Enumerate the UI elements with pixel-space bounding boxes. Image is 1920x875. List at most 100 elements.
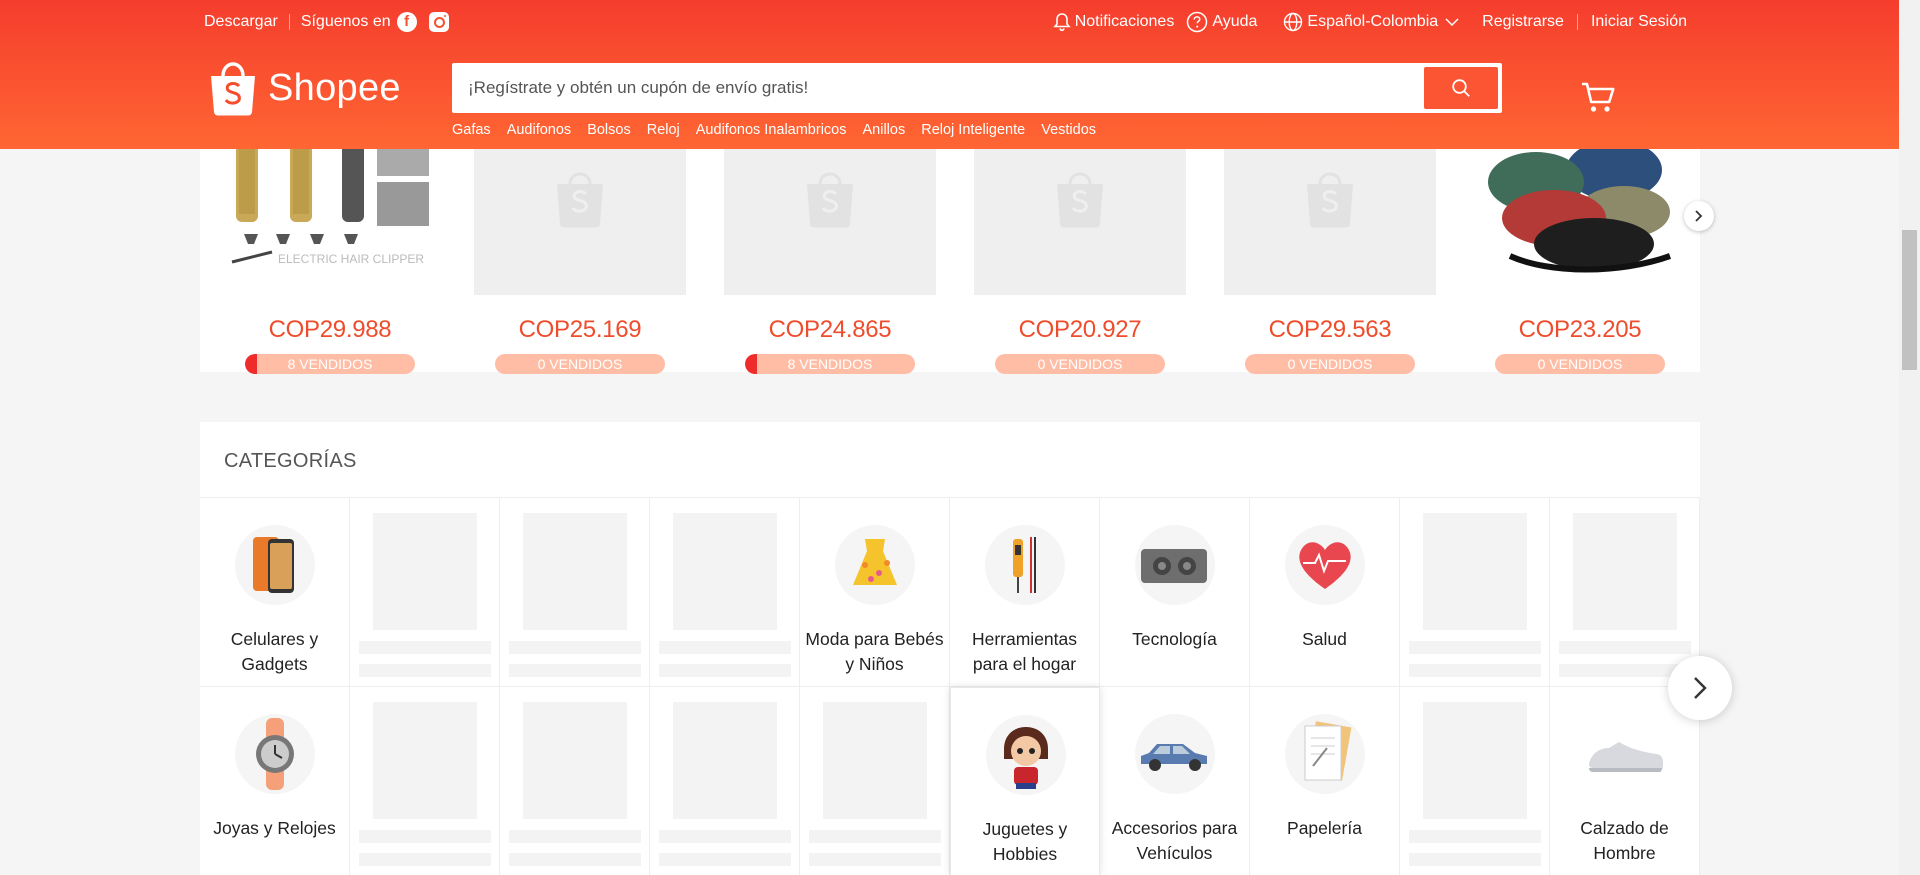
sold-label: 0 VENDIDOS bbox=[1287, 356, 1373, 372]
sold-progress-fill bbox=[245, 354, 257, 374]
help-link[interactable]: Ayuda bbox=[1186, 11, 1257, 33]
product-card[interactable]: COP29.563 0 VENDIDOS bbox=[1224, 140, 1436, 374]
category-name: Calzado de Hombre bbox=[1580, 818, 1669, 863]
login-link[interactable]: Iniciar Sesión bbox=[1591, 13, 1687, 31]
suggestion-link[interactable]: Gafas bbox=[452, 122, 491, 138]
product-image-placeholder bbox=[724, 140, 936, 295]
sold-progress-bar: 0 VENDIDOS bbox=[1245, 354, 1415, 374]
category-item[interactable]: Moda para Bebés y Niños bbox=[800, 498, 950, 687]
product-image-placeholder bbox=[974, 140, 1186, 295]
product-price: COP23.205 bbox=[1518, 316, 1642, 343]
hair-clipper-image: ELECTRIC HAIR CLIPPER bbox=[231, 140, 429, 266]
category-skeleton bbox=[1400, 498, 1550, 687]
skeleton-block bbox=[359, 853, 491, 866]
category-item[interactable]: Celulares y Gadgets bbox=[200, 498, 350, 687]
shopee-placeholder-icon bbox=[1307, 172, 1353, 228]
language-selector[interactable]: Español-Colombia bbox=[1283, 12, 1460, 32]
phone-icon bbox=[235, 525, 315, 605]
facebook-icon[interactable]: f bbox=[396, 12, 417, 32]
category-item[interactable]: Tecnología bbox=[1100, 498, 1250, 687]
category-name: Herramientas para el hogar bbox=[971, 629, 1078, 674]
skeleton-block bbox=[1409, 853, 1541, 866]
caps-image bbox=[1488, 140, 1672, 273]
speaker-icon bbox=[1135, 525, 1215, 605]
svg-text:ELECTRIC HAIR CLIPPER: ELECTRIC HAIR CLIPPER bbox=[278, 252, 424, 266]
skeleton-block bbox=[659, 664, 791, 677]
category-item[interactable]: Salud bbox=[1250, 498, 1400, 687]
category-name: Salud bbox=[1302, 629, 1347, 649]
suggestion-link[interactable]: Anillos bbox=[863, 122, 906, 138]
suggestion-link[interactable]: Reloj bbox=[647, 122, 680, 138]
chevron-right-icon bbox=[1695, 210, 1703, 222]
sold-progress-bar: 8 VENDIDOS bbox=[245, 354, 415, 374]
product-price: COP29.563 bbox=[1268, 316, 1392, 343]
language-label: Español-Colombia bbox=[1307, 13, 1439, 30]
suggestion-link[interactable]: Vestidos bbox=[1041, 122, 1096, 138]
skeleton-block bbox=[659, 830, 791, 843]
section-title: CATEGORÍAS bbox=[224, 450, 357, 472]
shopping-bag-icon bbox=[211, 62, 255, 116]
suggestion-link[interactable]: Reloj Inteligente bbox=[921, 122, 1025, 138]
skeleton-block bbox=[509, 853, 641, 866]
next-products-button[interactable] bbox=[1684, 201, 1714, 231]
product-card[interactable]: COP23.205 0 VENDIDOS bbox=[1474, 140, 1686, 374]
search-suggestions: Gafas Audifonos Bolsos Reloj Audifonos I… bbox=[452, 122, 1112, 138]
suggestion-link[interactable]: Audifonos bbox=[507, 122, 572, 138]
product-card[interactable]: ELECTRIC HAIR CLIPPER COP29.988 8 VENDID… bbox=[224, 140, 436, 374]
search-input[interactable] bbox=[452, 63, 1422, 113]
instagram-icon[interactable] bbox=[428, 12, 449, 32]
shoe-icon bbox=[1585, 714, 1665, 794]
category-name: Celulares y Gadgets bbox=[230, 629, 319, 674]
page-scrollbar[interactable] bbox=[1899, 0, 1920, 875]
sold-progress-bar: 0 VENDIDOS bbox=[495, 354, 665, 374]
shopee-placeholder-icon bbox=[1057, 172, 1103, 228]
sold-label: 8 VENDIDOS bbox=[787, 356, 873, 372]
product-image-placeholder bbox=[1224, 140, 1436, 295]
category-item[interactable]: Herramientas para el hogar bbox=[950, 498, 1100, 687]
skeleton-block bbox=[1409, 664, 1541, 677]
category-item[interactable]: Calzado de Hombre bbox=[1550, 687, 1700, 875]
download-link[interactable]: Descargar bbox=[204, 13, 278, 31]
skeleton-block bbox=[373, 513, 477, 630]
brand-name: Shopee bbox=[268, 66, 401, 109]
skeleton-block bbox=[509, 641, 641, 654]
category-item[interactable]: Accesorios para Vehículos bbox=[1100, 687, 1250, 875]
product-card[interactable]: COP25.169 0 VENDIDOS bbox=[474, 140, 686, 374]
sold-label: 0 VENDIDOS bbox=[1037, 356, 1123, 372]
product-image-caps bbox=[1474, 140, 1686, 295]
category-item[interactable]: Papelería bbox=[1250, 687, 1400, 875]
shopee-placeholder-icon bbox=[557, 172, 603, 228]
suggestion-link[interactable]: Bolsos bbox=[587, 122, 631, 138]
cart-icon[interactable] bbox=[1580, 80, 1616, 114]
top-bar: Descargar Síguenos en f Notificaciones A… bbox=[204, 9, 1687, 35]
shopee-logo[interactable]: Shopee bbox=[208, 60, 401, 116]
skeleton-block bbox=[1559, 641, 1691, 654]
product-card[interactable]: COP20.927 0 VENDIDOS bbox=[974, 140, 1186, 374]
search-button[interactable] bbox=[1424, 67, 1498, 109]
category-name: Accesorios para Vehículos bbox=[1111, 818, 1238, 863]
notebook-icon bbox=[1285, 714, 1365, 794]
category-skeleton bbox=[800, 687, 950, 875]
product-price: COP24.865 bbox=[768, 316, 892, 343]
skeleton-block bbox=[809, 853, 941, 866]
scrollbar-thumb[interactable] bbox=[1902, 230, 1917, 370]
product-card[interactable]: COP24.865 8 VENDIDOS bbox=[724, 140, 936, 374]
category-name: Papelería bbox=[1287, 818, 1362, 838]
category-item[interactable]: Joyas y Relojes bbox=[200, 687, 350, 875]
register-link[interactable]: Registrarse bbox=[1482, 13, 1564, 31]
notifications-link[interactable]: Notificaciones bbox=[1053, 12, 1174, 32]
suggestion-link[interactable]: Audifonos Inalambricos bbox=[696, 122, 847, 138]
bell-icon bbox=[1053, 13, 1071, 32]
category-item[interactable]: Juguetes y Hobbies bbox=[950, 687, 1100, 875]
divider bbox=[1576, 14, 1578, 30]
skeleton-block bbox=[1423, 702, 1527, 819]
heart-icon bbox=[1285, 525, 1365, 605]
skeleton-block bbox=[659, 641, 791, 654]
sold-progress-bar: 8 VENDIDOS bbox=[745, 354, 915, 374]
skeleton-block bbox=[373, 702, 477, 819]
help-icon bbox=[1187, 11, 1208, 33]
baby-dress-icon bbox=[835, 525, 915, 605]
search-icon bbox=[1452, 79, 1470, 97]
next-categories-button[interactable] bbox=[1668, 656, 1732, 720]
watch-icon bbox=[235, 714, 315, 794]
